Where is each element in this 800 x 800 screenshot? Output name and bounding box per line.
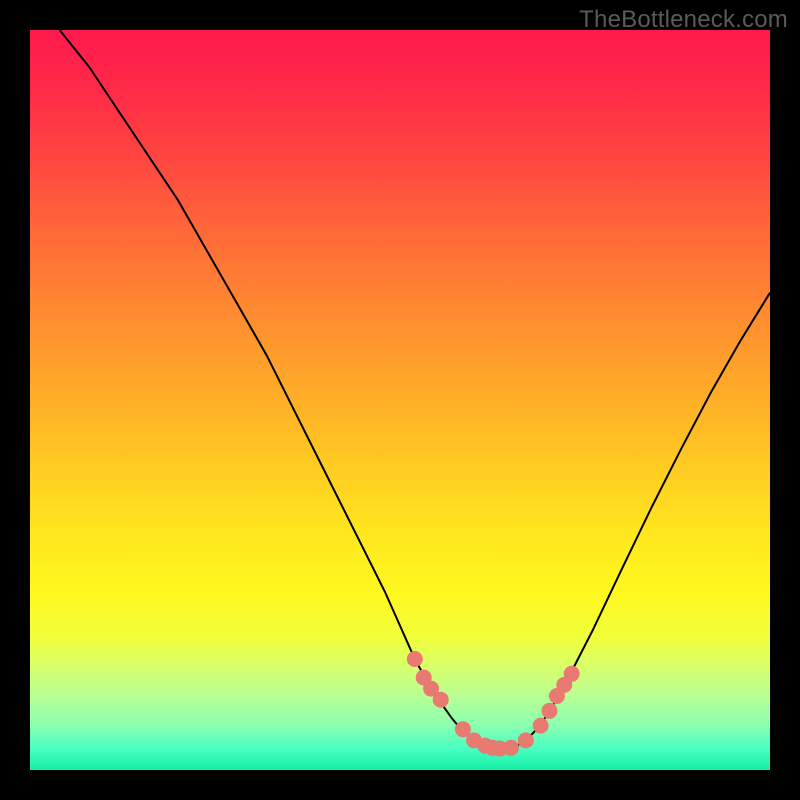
plot-area [30,30,770,770]
chart-frame: TheBottleneck.com [0,0,800,800]
highlight-dot [503,740,519,756]
curve-line [60,30,770,749]
chart-svg [30,30,770,770]
highlight-dot [433,692,449,708]
highlight-dot [541,703,557,719]
highlight-dot [518,732,534,748]
highlight-dot [407,651,423,667]
highlight-dot [564,666,580,682]
highlight-dot [533,718,549,734]
